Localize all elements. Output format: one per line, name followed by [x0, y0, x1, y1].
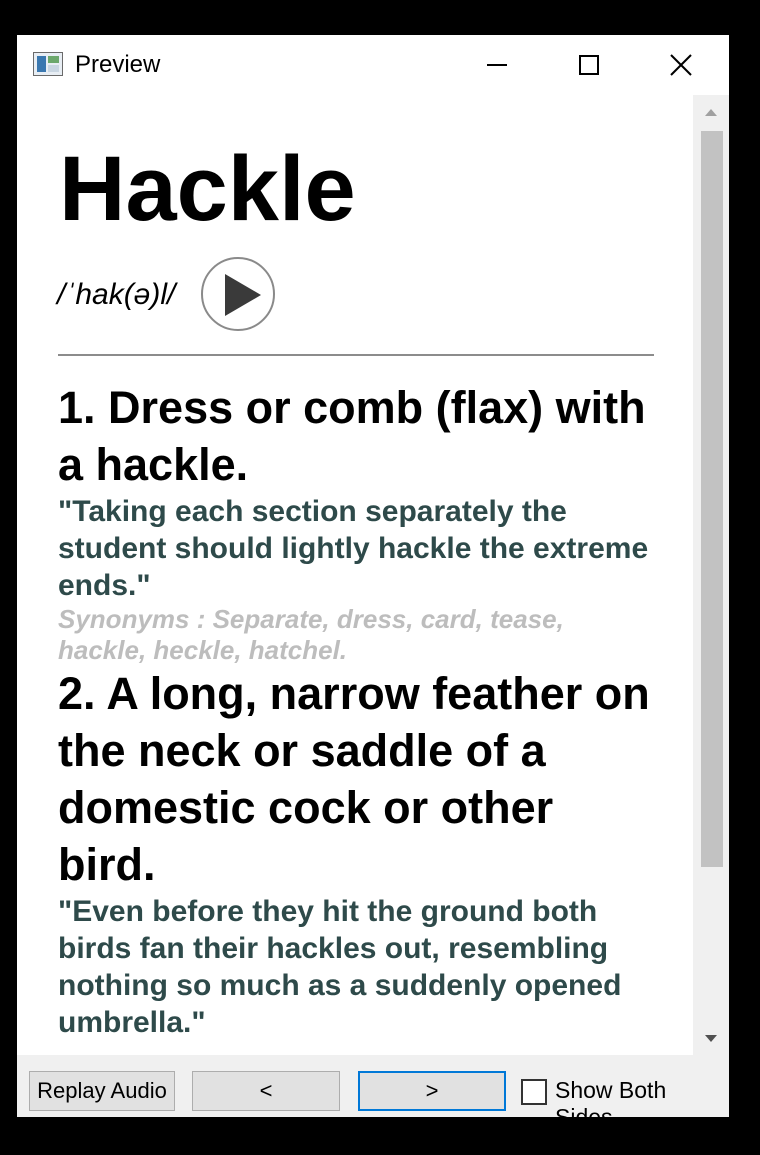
window-title: Preview	[75, 51, 161, 78]
play-icon	[225, 274, 261, 316]
show-both-sides-label[interactable]: Show Both Sides	[555, 1077, 729, 1117]
replay-audio-button[interactable]: Replay Audio	[29, 1071, 175, 1111]
example-quote: "Even before they hit the ground both bi…	[58, 895, 622, 1039]
maximize-icon	[579, 55, 599, 75]
scrollbar-thumb[interactable]	[701, 131, 723, 867]
close-button[interactable]	[635, 35, 727, 95]
definition-1: 1. Dress or comb (flax) with a hackle. "…	[58, 379, 658, 666]
definition-2: 2. A long, narrow feather on the neck or…	[58, 665, 658, 1041]
minimize-button[interactable]	[451, 35, 543, 95]
scroll-down-arrow-icon	[705, 1035, 717, 1042]
bottom-toolbar: Replay Audio < > Show Both Sides	[17, 1055, 729, 1117]
scroll-up-arrow-icon	[705, 109, 717, 116]
preview-window: Preview Hackle /ˈhak(ə)l/ 1. Dress or co…	[17, 35, 729, 1117]
scroll-up-button[interactable]	[693, 95, 729, 129]
minimize-icon	[487, 64, 507, 66]
vertical-scrollbar[interactable]	[693, 95, 729, 1055]
definition-title: 2. A long, narrow feather on the neck or…	[58, 668, 650, 890]
headword: Hackle	[59, 138, 356, 240]
example-quote: "Taking each section separately the stud…	[58, 495, 649, 602]
show-both-sides-checkbox[interactable]	[521, 1079, 547, 1105]
pronunciation: /ˈhak(ə)l/	[57, 278, 176, 311]
close-icon	[670, 54, 692, 76]
card-content[interactable]: Hackle /ˈhak(ə)l/ 1. Dress or comb (flax…	[17, 95, 693, 1055]
preview-app-icon	[33, 52, 63, 76]
previous-button[interactable]: <	[192, 1071, 340, 1111]
title-bar[interactable]: Preview	[17, 35, 729, 95]
play-audio-button[interactable]	[201, 257, 275, 331]
divider	[58, 354, 654, 356]
maximize-button[interactable]	[543, 35, 635, 95]
definition-title: 1. Dress or comb (flax) with a hackle.	[58, 382, 646, 490]
next-button[interactable]: >	[358, 1071, 506, 1111]
synonyms: Synonyms : Separate, dress, card, tease,…	[58, 604, 564, 665]
scroll-down-button[interactable]	[693, 1021, 729, 1055]
